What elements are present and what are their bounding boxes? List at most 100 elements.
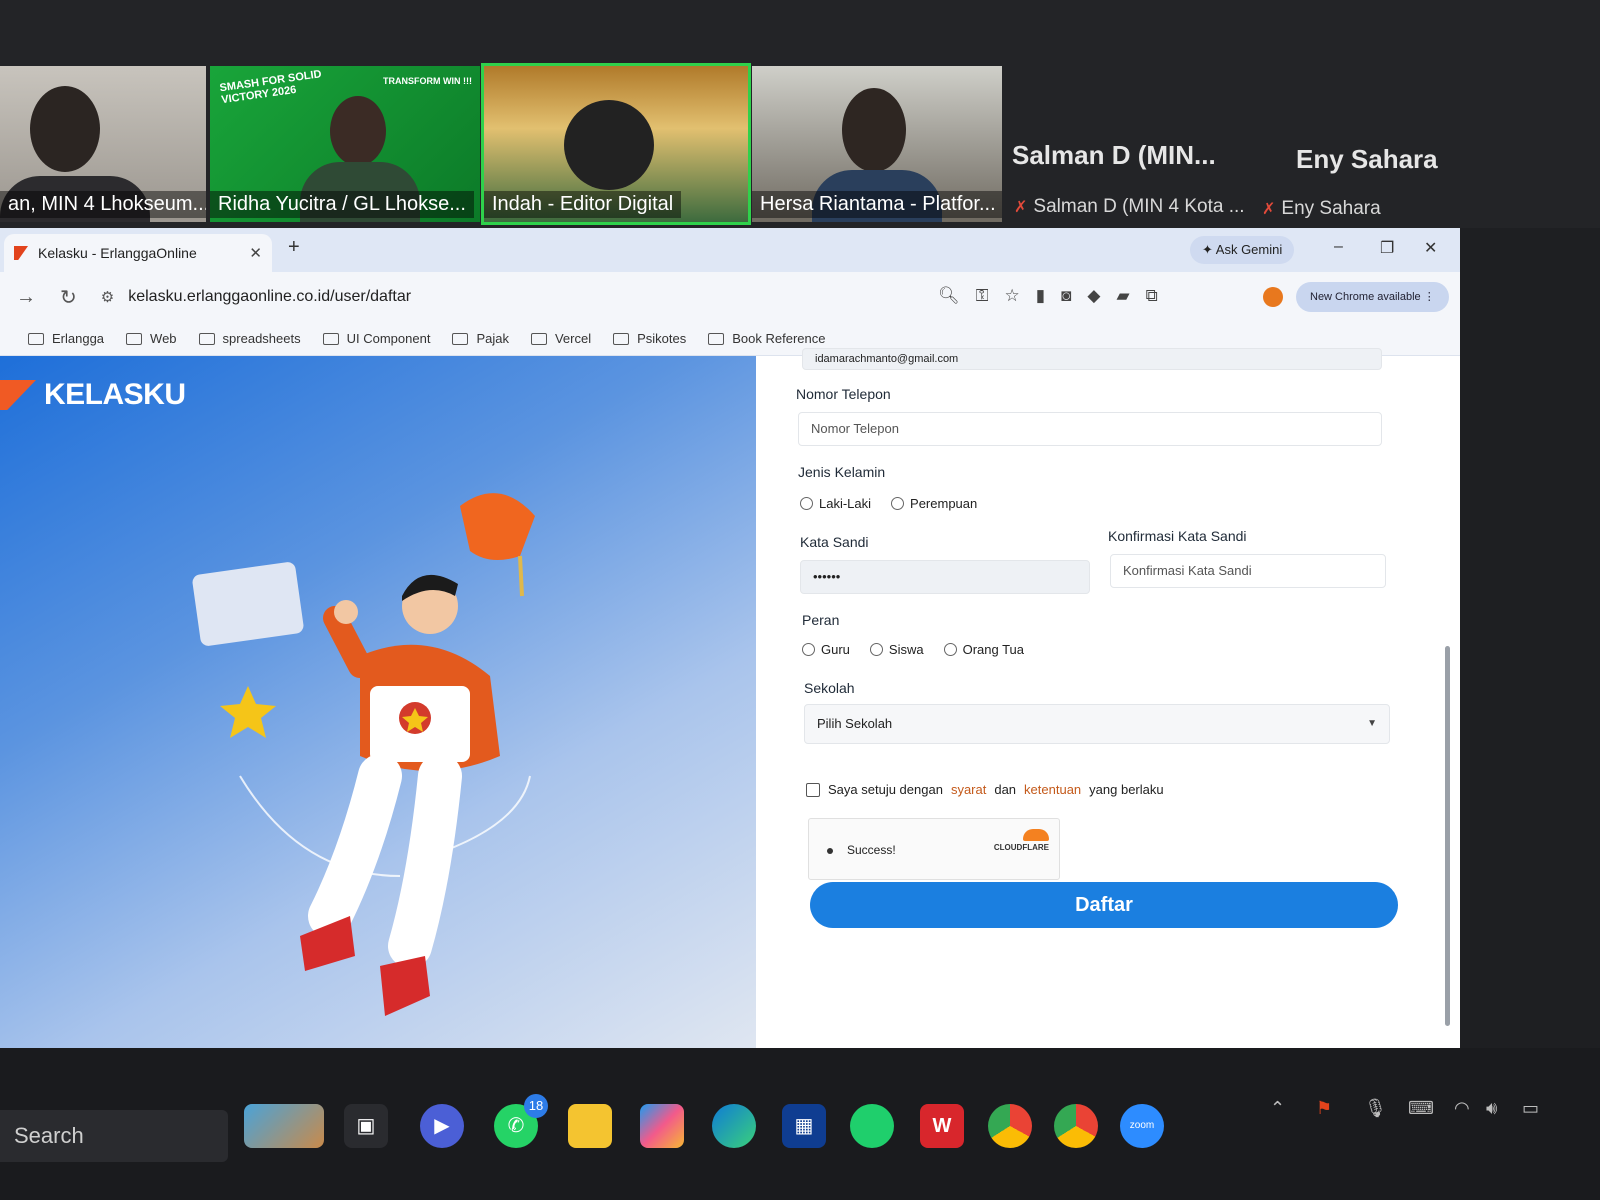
bookmark-pajak[interactable]: Pajak — [452, 331, 509, 346]
chrome-icon[interactable] — [988, 1104, 1032, 1148]
role-label: Peran — [802, 612, 840, 628]
kelasku-favicon-icon — [14, 246, 28, 260]
gender-radio-male[interactable]: Laki-Laki — [800, 496, 871, 511]
address-bar[interactable]: kelasku.erlanggaonline.co.id/user/daftar — [128, 288, 411, 306]
mic-muted-icon: ✗ — [1014, 199, 1028, 216]
green-app-icon[interactable] — [850, 1104, 894, 1148]
audio-participant-name[interactable]: Eny Sahara — [1296, 144, 1438, 175]
role-radio-orang-tua[interactable]: Orang Tua — [943, 642, 1024, 657]
password-key-icon[interactable]: ⚿ — [976, 286, 989, 306]
keyboard-icon[interactable]: ⌨ — [1408, 1098, 1434, 1119]
gender-radio-female[interactable]: Perempuan — [891, 496, 977, 511]
extension-icon-2[interactable]: ◙ — [1061, 286, 1071, 306]
folder-icon — [322, 332, 339, 345]
bookmark-book-reference[interactable]: Book Reference — [708, 331, 825, 346]
restore-button[interactable]: ❐ — [1380, 238, 1394, 258]
radio-label: Perempuan — [910, 496, 978, 511]
extensions-puzzle-icon[interactable]: ⧉ — [1146, 286, 1158, 306]
tab-close-icon[interactable]: ✕ — [249, 244, 262, 262]
zoom-icon[interactable]: zoom — [1120, 1104, 1164, 1148]
edge-icon[interactable] — [712, 1104, 756, 1148]
participant-name: Indah - Editor Digital — [484, 191, 682, 218]
register-submit-button[interactable]: Daftar — [810, 882, 1398, 928]
zoom-participant-strip: an, MIN 4 Lhokseum... SMASH FOR SOLID VI… — [0, 0, 1600, 228]
close-window-button[interactable]: ✕ — [1424, 238, 1437, 258]
role-radio-guru[interactable]: Guru — [802, 642, 850, 657]
school-label: Sekolah — [804, 680, 855, 696]
terms-checkbox[interactable] — [806, 782, 820, 797]
meet-icon[interactable]: ▶ — [420, 1104, 464, 1148]
role-radio-siswa[interactable]: Siswa — [869, 642, 924, 657]
terms-link-ketentuan[interactable]: ketentuan — [1024, 782, 1081, 797]
site-info-icon[interactable]: ⚙ — [101, 288, 114, 306]
radio-label: Guru — [821, 642, 850, 657]
participant-tile-4[interactable]: Hersa Riantama - Platfor... — [752, 66, 1002, 222]
file-explorer-icon[interactable] — [568, 1104, 612, 1148]
participant-tile-1[interactable]: an, MIN 4 Lhokseum... — [0, 66, 206, 222]
ask-gemini-button[interactable]: ✦ Ask Gemini — [1190, 236, 1295, 264]
chrome-update-button[interactable]: New Chrome available ⋮ — [1296, 282, 1449, 312]
bookmark-label: UI Component — [346, 331, 431, 346]
radio-icon — [802, 643, 815, 656]
task-view-icon[interactable]: ▣ — [344, 1104, 388, 1148]
graduation-cap-illustration — [460, 493, 535, 597]
profile-avatar[interactable] — [1263, 287, 1283, 307]
reload-icon[interactable]: ↻ — [60, 285, 77, 310]
audio-participant-sub: ✗ Salman D (MIN 4 Kota ... — [1014, 196, 1245, 218]
tab-bar: Kelasku - ErlanggaOnline ✕ + ✦ Ask Gemin… — [0, 228, 1460, 272]
bookmark-ui-component[interactable]: UI Component — [322, 331, 431, 346]
whatsapp-icon[interactable]: ✆ 18 — [494, 1094, 548, 1148]
tab-title: Kelasku - ErlanggaOnline — [38, 245, 197, 261]
confirm-password-field[interactable]: Konfirmasi Kata Sandi — [1110, 554, 1386, 588]
chrome-profile-icon[interactable] — [1054, 1104, 1098, 1148]
bookmark-spreadsheets[interactable]: spreadsheets — [198, 331, 301, 346]
wifi-icon[interactable]: ◠ — [1454, 1098, 1470, 1119]
extension-icon-4[interactable]: ▰ — [1117, 286, 1130, 306]
folder-icon — [708, 332, 725, 345]
store-icon[interactable]: ▦ — [782, 1104, 826, 1148]
email-field[interactable]: idamarachmanto@gmail.com — [802, 348, 1382, 370]
copilot-icon[interactable] — [640, 1104, 684, 1148]
student-figure — [300, 574, 500, 1016]
taskbar-search[interactable]: Search — [0, 1110, 228, 1162]
terms-link-syarat[interactable]: syarat — [951, 782, 986, 797]
audio-participant-name[interactable]: Salman D (MIN... — [1012, 140, 1216, 171]
volume-icon[interactable]: 🔊︎ — [1486, 1098, 1497, 1119]
battery-icon[interactable]: ▭ — [1522, 1098, 1539, 1119]
radio-label: Laki-Laki — [819, 496, 872, 511]
page-scrollbar[interactable] — [1445, 646, 1450, 1026]
extension-icon-3[interactable]: ◆ — [1087, 286, 1100, 306]
bookmark-vercel[interactable]: Vercel — [530, 331, 591, 346]
forward-icon[interactable]: → — [16, 286, 36, 309]
bookmark-psikotes[interactable]: Psikotes — [613, 331, 686, 346]
participant-tile-3-active-speaker[interactable]: Indah - Editor Digital — [481, 63, 751, 225]
bookmark-star-icon[interactable]: ☆ — [1005, 286, 1020, 306]
tray-app-icon[interactable]: ⚑ — [1316, 1098, 1332, 1119]
folder-icon — [452, 332, 469, 345]
terms-text: Saya setuju dengan — [828, 782, 943, 797]
new-tab-button[interactable]: + — [288, 236, 300, 259]
folder-icon — [613, 332, 630, 345]
radio-icon — [891, 497, 905, 510]
phone-field[interactable]: Nomor Telepon — [798, 412, 1382, 446]
zoom-icon[interactable]: 🔍︎ — [938, 286, 960, 306]
cloudflare-label: CLOUDFLARE — [993, 843, 1049, 852]
cloudflare-captcha[interactable]: Success! CLOUDFLARE — [808, 818, 1060, 880]
wps-office-icon[interactable]: W — [920, 1104, 964, 1148]
widgets-icon[interactable] — [244, 1104, 324, 1148]
password-field[interactable]: •••••• — [800, 560, 1090, 594]
tab-kelasku[interactable]: Kelasku - ErlanggaOnline ✕ — [4, 234, 272, 272]
bookmark-erlangga[interactable]: Erlangga — [28, 331, 104, 346]
participant-tile-2[interactable]: SMASH FOR SOLID VICTORY 2026 TRANSFORM W… — [210, 66, 480, 222]
school-select[interactable]: Pilih Sekolah ▼ — [804, 704, 1390, 744]
microphone-icon[interactable]: 🎙︎ — [1364, 1098, 1387, 1119]
extension-icon-1[interactable]: ▮ — [1036, 286, 1045, 306]
radio-icon — [800, 497, 813, 510]
minimize-button[interactable]: – — [1334, 238, 1343, 256]
terms-text: yang berlaku — [1089, 782, 1164, 797]
bookmark-web[interactable]: Web — [126, 331, 177, 346]
terms-text: dan — [994, 782, 1017, 797]
tray-overflow-icon[interactable]: ⌃ — [1270, 1098, 1285, 1119]
audio-participant-sub-label: Eny Sahara — [1281, 198, 1381, 219]
radio-label: Siswa — [888, 642, 924, 657]
